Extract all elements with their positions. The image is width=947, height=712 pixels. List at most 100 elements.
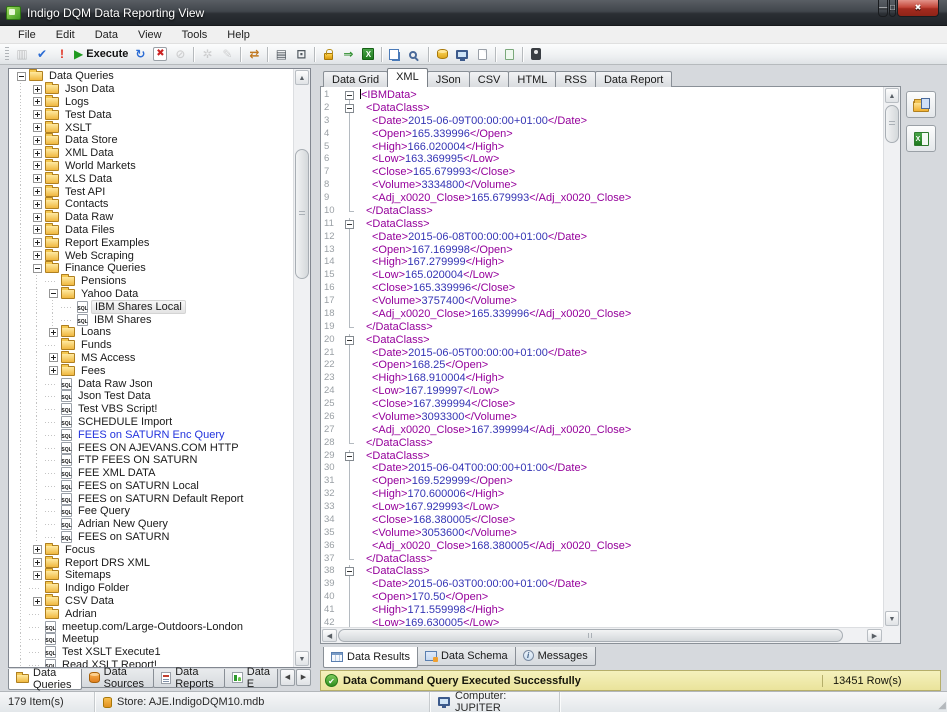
tree-item[interactable]: Json Data <box>9 83 293 96</box>
computer-button[interactable] <box>452 45 472 64</box>
tree-item[interactable]: SQLFee Query <box>9 505 293 518</box>
panel-tab-data-reports[interactable]: Data Reports <box>153 669 225 688</box>
tree-item[interactable]: Data Files <box>9 224 293 237</box>
expand-toggle[interactable] <box>45 352 61 365</box>
lock-button[interactable] <box>318 45 338 64</box>
expand-toggle[interactable] <box>29 236 45 249</box>
tree-item[interactable]: SQLFEES on SATURN Local <box>9 480 293 493</box>
results-tab-data-schema[interactable]: Data Schema <box>417 647 516 666</box>
print-button[interactable]: ▤ <box>271 45 291 64</box>
tree-item[interactable]: Test API <box>9 185 293 198</box>
editor-hscroll-thumb[interactable] <box>338 629 843 642</box>
tree-item[interactable]: Data Raw <box>9 211 293 224</box>
tree-item[interactable]: Indigo Folder <box>9 582 293 595</box>
tab-rss[interactable]: RSS <box>555 71 596 87</box>
validate-button[interactable]: ✔ <box>32 45 52 64</box>
expand-toggle[interactable] <box>29 595 45 608</box>
import-export-button[interactable]: ⇄ <box>244 45 264 64</box>
fold-toggle[interactable] <box>345 220 354 229</box>
close-button[interactable]: ✖ <box>897 0 939 17</box>
menu-help[interactable]: Help <box>217 27 260 43</box>
tree-item[interactable]: Data Queries <box>9 70 293 83</box>
menu-data[interactable]: Data <box>85 27 128 43</box>
tree-item[interactable]: CSV Data <box>9 595 293 608</box>
refresh-data-button[interactable]: ↻ <box>130 45 150 64</box>
tree-item[interactable]: SQLJson Test Data <box>9 390 293 403</box>
tree-item[interactable]: Report DRS XML <box>9 556 293 569</box>
tree-item[interactable]: Yahoo Data <box>9 288 293 301</box>
print-preview-button[interactable]: ⊡ <box>291 45 311 64</box>
panel-tab-data-queries[interactable]: Data Queries <box>8 669 82 690</box>
results-tab-data-results[interactable]: Data Results <box>323 647 418 668</box>
tab-json[interactable]: JSon <box>427 71 470 87</box>
tree-item[interactable]: SQLFEE XML DATA <box>9 467 293 480</box>
tree-item[interactable]: SQLMeetup <box>9 633 293 646</box>
menu-view[interactable]: View <box>128 27 172 43</box>
panel-tab-data-e[interactable]: Data E <box>224 669 278 688</box>
results-tab-messages[interactable]: Messages <box>515 647 596 666</box>
find-button[interactable] <box>405 45 425 64</box>
fold-toggle[interactable] <box>345 104 354 113</box>
maximize-button[interactable]: □ <box>889 0 896 17</box>
data-store-button[interactable] <box>432 45 452 64</box>
tree-item[interactable]: XLS Data <box>9 172 293 185</box>
scroll-down-arrow[interactable]: ▼ <box>295 651 309 666</box>
expand-toggle[interactable] <box>29 108 45 121</box>
tab-csv[interactable]: CSV <box>469 71 510 87</box>
tree-item[interactable]: SQLIBM Shares <box>9 313 293 326</box>
expand-toggle[interactable] <box>29 83 45 96</box>
fold-toggle[interactable] <box>345 91 354 100</box>
export-file-button[interactable]: ⇒ <box>338 45 358 64</box>
minimize-button[interactable]: — <box>878 0 888 17</box>
tree-item[interactable]: Sitemaps <box>9 569 293 582</box>
expand-toggle[interactable] <box>29 224 45 237</box>
run-application-button[interactable] <box>526 45 546 64</box>
expand-toggle[interactable] <box>29 249 45 262</box>
fold-toggle[interactable] <box>345 567 354 576</box>
tree-item[interactable]: Loans <box>9 326 293 339</box>
expand-toggle[interactable] <box>29 198 45 211</box>
expand-toggle[interactable] <box>29 121 45 134</box>
tree-item[interactable]: SQLTest XSLT Execute1 <box>9 646 293 659</box>
tree-item[interactable]: Web Scraping <box>9 249 293 262</box>
expand-toggle[interactable] <box>29 556 45 569</box>
tab-html[interactable]: HTML <box>508 71 556 87</box>
tree-scroll-thumb[interactable] <box>295 149 309 279</box>
tree-item[interactable]: Fees <box>9 364 293 377</box>
tree-item[interactable]: Funds <box>9 339 293 352</box>
tree-item[interactable]: Pensions <box>9 275 293 288</box>
tree-item[interactable]: SQLAdrian New Query <box>9 518 293 531</box>
editor-horizontal-scrollbar[interactable]: ◀ ▶ <box>321 627 883 643</box>
tree-item[interactable]: SQLSCHEDULE Import <box>9 416 293 429</box>
expand-toggle[interactable] <box>45 364 61 377</box>
tree-item[interactable]: SQLIBM Shares Local <box>9 300 293 313</box>
tab-data-report[interactable]: Data Report <box>595 71 672 87</box>
open-report-button[interactable] <box>906 91 936 118</box>
tree-item[interactable]: SQLFEES on SATURN Enc Query <box>9 428 293 441</box>
expand-toggle[interactable] <box>29 134 45 147</box>
fold-toggle[interactable] <box>345 452 354 461</box>
tab-data-grid[interactable]: Data Grid <box>323 71 388 87</box>
clear-results-button[interactable]: ✖ <box>150 45 170 64</box>
editor-scroll-thumb[interactable] <box>885 105 899 143</box>
tree-item[interactable]: Contacts <box>9 198 293 211</box>
tree-item[interactable]: SQLmeetup.com/Large-Outdoors-London <box>9 620 293 633</box>
scroll-down-arrow[interactable]: ▼ <box>885 611 899 626</box>
panel-tab-data-sources[interactable]: Data Sources <box>81 669 155 688</box>
scroll-up-arrow[interactable]: ▲ <box>885 88 899 103</box>
tree-item[interactable]: Finance Queries <box>9 262 293 275</box>
tree-item[interactable]: Focus <box>9 543 293 556</box>
tree-item[interactable]: Test Data <box>9 108 293 121</box>
tree-item[interactable]: XSLT <box>9 121 293 134</box>
expand-toggle[interactable] <box>29 160 45 173</box>
scroll-right-arrow[interactable]: ▶ <box>867 629 882 642</box>
expand-toggle[interactable] <box>29 147 45 160</box>
tabs-scroll-left-arrow[interactable]: ◀ <box>280 669 295 686</box>
editor-vertical-scrollbar[interactable]: ▲ ▼ <box>883 87 900 627</box>
expand-toggle[interactable] <box>29 569 45 582</box>
expand-toggle[interactable] <box>45 326 61 339</box>
tree-item[interactable]: XML Data <box>9 147 293 160</box>
tree-item[interactable]: SQLFEES ON AJEVANS.COM HTTP <box>9 441 293 454</box>
expand-toggle[interactable] <box>29 211 45 224</box>
new-document-button[interactable] <box>472 45 492 64</box>
